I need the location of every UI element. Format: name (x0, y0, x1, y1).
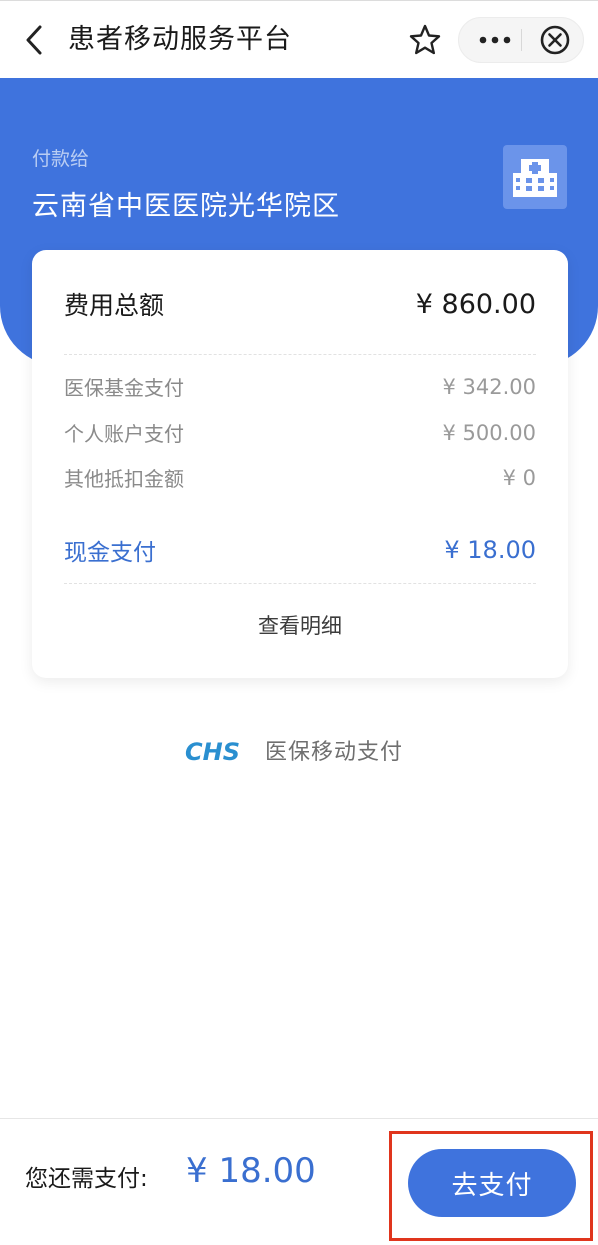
divider (64, 354, 536, 355)
more-icon[interactable] (476, 25, 514, 55)
breakdown-value: ¥ 342.00 (442, 374, 536, 399)
svg-text:CHS: CHS (185, 738, 240, 764)
top-nav-bar: 患者移动服务平台 (0, 0, 598, 78)
chs-logo-icon: CHS (185, 738, 240, 764)
hospital-name: 云南省中医医院光华院区 (32, 191, 340, 222)
pay-button[interactable]: 去支付 (408, 1149, 576, 1217)
cash-label: 现金支付 (64, 540, 156, 566)
breakdown-value: ¥ 0 (502, 465, 536, 490)
divider (64, 583, 536, 584)
close-icon[interactable] (537, 22, 573, 58)
brand-row: CHS 医保移动支付 (0, 730, 598, 770)
breakdown-label: 其他抵扣金额 (64, 467, 184, 491)
breakdown-value: ¥ 500.00 (442, 420, 536, 445)
brand-text: 医保移动支付 (265, 740, 404, 765)
page-title: 患者移动服务平台 (68, 24, 292, 55)
cash-row: 现金支付 ¥ 18.00 (64, 533, 536, 567)
back-icon[interactable] (20, 23, 50, 57)
breakdown-label: 个人账户支付 (64, 422, 184, 446)
amount-due-label: 您还需支付: (25, 1166, 148, 1192)
fee-summary-card: 费用总额 ¥ 860.00 医保基金支付 ¥ 342.00 个人账户支付 ¥ 5… (32, 250, 568, 678)
view-details-link[interactable]: 查看明细 (32, 610, 568, 640)
breakdown-row: 个人账户支付 ¥ 500.00 (64, 418, 536, 447)
breakdown-label: 医保基金支付 (64, 376, 184, 400)
total-value: ¥ 860.00 (415, 288, 536, 320)
pay-to-label: 付款给 (32, 148, 90, 170)
hospital-icon (503, 145, 567, 209)
amount-due-value: ¥ 18.00 (186, 1151, 316, 1191)
star-icon[interactable] (408, 23, 442, 57)
total-row: 费用总额 ¥ 860.00 (64, 286, 536, 322)
total-label: 费用总额 (64, 291, 165, 320)
breakdown-row: 医保基金支付 ¥ 342.00 (64, 372, 536, 401)
breakdown-row: 其他抵扣金额 ¥ 0 (64, 463, 536, 492)
capsule-divider (521, 29, 522, 51)
cash-value: ¥ 18.00 (444, 536, 536, 564)
bottom-pay-bar: 您还需支付: ¥ 18.00 去支付 (0, 1118, 598, 1245)
